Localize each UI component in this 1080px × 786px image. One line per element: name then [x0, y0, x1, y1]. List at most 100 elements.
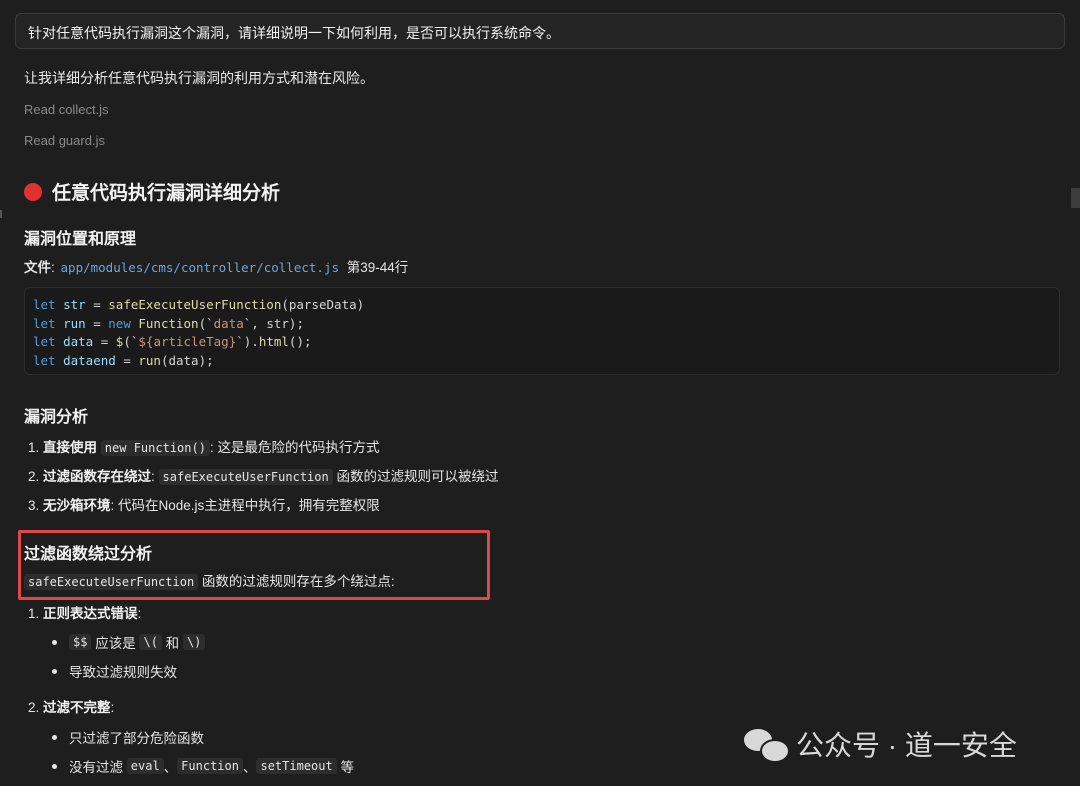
- code-keyword: let: [33, 315, 56, 331]
- list-item: 2. 过滤函数存在绕过: safeExecuteUserFunction 函数的…: [28, 465, 498, 485]
- code-function: html: [258, 334, 289, 349]
- list-item-text: : 代码在Node.js主进程中执行，拥有完整权限: [110, 498, 380, 513]
- code-keyword: let: [33, 352, 56, 368]
- code-line: let str = safeExecuteUserFunction(parseD…: [33, 296, 1051, 315]
- code-args: ();: [288, 334, 312, 349]
- bullet-dot: [52, 763, 57, 769]
- bullet-item: 没有过滤 eval 、 Function 、 setTimeout 等: [52, 756, 354, 776]
- code-args: `, str);: [243, 315, 304, 331]
- inline-code: $$: [69, 634, 92, 650]
- bullet-item: $$ 应该是 \( 和 \): [52, 632, 206, 652]
- code-variable: dataend: [63, 352, 116, 368]
- inline-code: Function: [177, 758, 243, 774]
- read-file-name: guard.js: [58, 133, 105, 148]
- inline-code: safeExecuteUserFunction: [158, 469, 333, 485]
- read-file-name: collect.js: [58, 102, 109, 117]
- bullet-dot: [52, 734, 57, 740]
- list-item: 2. 过滤不完整:: [28, 696, 114, 716]
- bullet-text: 等: [336, 760, 354, 775]
- code-string: ${articleTag}: [138, 334, 237, 349]
- watermark: 公众号 · 道一安全: [744, 724, 1017, 764]
- list-item-bold: 无沙箱环境: [43, 498, 111, 513]
- code-variable: run: [63, 315, 86, 331]
- window-edge-mark: [0, 210, 2, 218]
- main-heading-text: 任意代码执行漏洞详细分析: [52, 183, 281, 204]
- list-number: 2.: [28, 469, 40, 484]
- bullet-text: 和: [161, 636, 183, 651]
- file-lines: 第39-44行: [346, 260, 409, 275]
- list-item-bold: 正则表达式错误: [43, 606, 138, 621]
- bullet-text: 只过滤了部分危险函数: [69, 731, 204, 746]
- code-block[interactable]: let str = safeExecuteUserFunction(parseD…: [24, 287, 1060, 375]
- file-label: 文件: [24, 260, 51, 275]
- bullet-text: 、: [163, 760, 178, 775]
- list-item-text: 函数的过滤规则可以被绕过: [332, 469, 499, 484]
- section-heading-bypass: 过滤函数绕过分析: [24, 546, 153, 563]
- list-separator: :: [151, 469, 159, 484]
- user-prompt-text: 针对任意代码执行漏洞这个漏洞，请详细说明一下如何利用，是否可以执行系统命令。: [28, 25, 560, 41]
- list-item: 1. 正则表达式错误:: [28, 602, 141, 622]
- list-item-bold: 过滤不完整: [43, 700, 111, 715]
- list-number: 1.: [28, 606, 40, 621]
- wechat-icon: [744, 727, 790, 763]
- code-operator: =: [93, 334, 116, 349]
- code-args: (`: [198, 315, 214, 331]
- inline-code: \): [182, 634, 206, 650]
- user-prompt-box[interactable]: 针对任意代码执行漏洞这个漏洞，请详细说明一下如何利用，是否可以执行系统命令。: [15, 13, 1065, 49]
- code-string: data: [213, 315, 244, 331]
- list-item-bold: 过滤函数存在绕过: [43, 469, 152, 484]
- section-heading-analysis: 漏洞分析: [24, 409, 89, 426]
- read-tool-call-collect[interactable]: Read collect.js: [24, 102, 109, 117]
- bypass-description: safeExecuteUserFunction 函数的过滤规则存在多个绕过点:: [24, 570, 395, 590]
- code-operator: =: [115, 352, 139, 368]
- section-heading-location: 漏洞位置和原理: [24, 231, 137, 248]
- list-item: 3. 无沙箱环境: 代码在Node.js主进程中执行，拥有完整权限: [28, 494, 380, 514]
- bullet-text: 应该是: [91, 636, 140, 651]
- code-variable: str: [63, 297, 86, 312]
- code-function: Function: [138, 315, 199, 331]
- list-number: 1.: [28, 440, 40, 455]
- list-item-bold: 直接使用: [43, 440, 98, 455]
- code-keyword: new: [108, 315, 131, 331]
- code-variable: data: [63, 334, 94, 349]
- red-circle-icon: [24, 182, 42, 201]
- scrollbar-thumb[interactable]: [1071, 188, 1080, 208]
- inline-code: safeExecuteUserFunction: [24, 574, 199, 590]
- read-label: Read: [24, 102, 56, 117]
- inline-code: setTimeout: [256, 758, 337, 774]
- file-path-link[interactable]: app/modules/cms/controller/collect.js: [61, 260, 339, 275]
- list-separator: :: [110, 700, 115, 715]
- code-function: run: [138, 352, 161, 368]
- bullet-dot: [52, 639, 57, 645]
- bullet-text: 导致过滤规则失效: [69, 665, 177, 680]
- code-args: (`: [123, 334, 139, 349]
- file-reference: 文件: app/modules/cms/controller/collect.j…: [24, 256, 408, 276]
- list-item: 1. 直接使用 new Function(): 这是最危险的代码执行方式: [28, 436, 379, 456]
- bullet-text: 、: [242, 760, 257, 775]
- code-keyword: let: [33, 297, 56, 312]
- bullet-text: 没有过滤: [69, 760, 127, 775]
- bullet-dot: [52, 668, 57, 674]
- code-args: (data);: [160, 352, 214, 368]
- code-operator: =: [85, 315, 109, 331]
- file-label-colon: :: [51, 260, 55, 275]
- bullet-item: 只过滤了部分危险函数: [52, 727, 204, 747]
- code-line: let data = $(`${articleTag}`).html();: [33, 333, 1051, 352]
- list-item-text: : 这是最危险的代码执行方式: [209, 440, 380, 455]
- inline-code: eval: [126, 758, 164, 774]
- list-number: 3.: [28, 498, 40, 513]
- inline-code: \(: [139, 634, 162, 650]
- main-heading: 任意代码执行漏洞详细分析: [24, 178, 280, 205]
- code-args: `).: [236, 334, 259, 349]
- read-tool-call-guard[interactable]: Read guard.js: [24, 133, 105, 148]
- read-label: Read: [24, 133, 56, 148]
- list-separator: :: [137, 606, 142, 621]
- assistant-intro: 让我详细分析任意代码执行漏洞的利用方式和潜在风险。: [24, 70, 374, 86]
- list-number: 2.: [28, 700, 40, 715]
- code-operator: =: [85, 297, 109, 312]
- inline-code: new Function(): [100, 440, 210, 456]
- code-line: let dataend = run(data);: [33, 352, 1051, 371]
- code-line: let run = new Function(`data`, str);: [33, 315, 1051, 334]
- code-args: (parseData): [281, 297, 365, 312]
- code-keyword: let: [33, 334, 56, 349]
